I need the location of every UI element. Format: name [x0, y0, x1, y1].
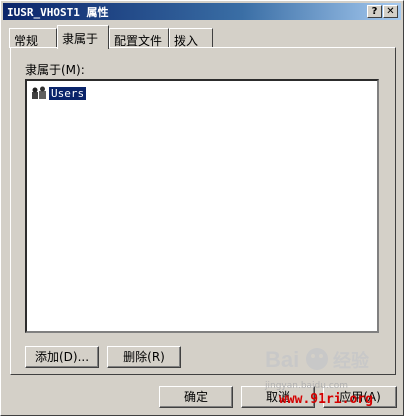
close-button[interactable]: ✕ [383, 5, 398, 18]
title-bar[interactable]: IUSR_VHOST1 属性 ? ✕ [3, 3, 401, 20]
group-name: Users [49, 86, 87, 100]
list-item[interactable]: Users [31, 85, 87, 101]
properties-dialog: IUSR_VHOST1 属性 ? ✕ 常规 隶属于 配置文件 拨入 隶属于(M)… [0, 0, 404, 416]
tab-general[interactable]: 常规 [9, 28, 57, 48]
watermark-url: www.91ri.org [279, 392, 373, 407]
ok-button[interactable]: 确定 [159, 386, 233, 408]
member-of-label: 隶属于(M): [25, 63, 85, 77]
help-button[interactable]: ? [367, 5, 382, 18]
tab-member-of[interactable]: 隶属于 [57, 25, 109, 49]
baidu-watermark-logo: Bai 经验 [263, 339, 383, 382]
member-list[interactable]: Users [25, 79, 379, 333]
member-of-panel: 隶属于(M): Users 添加(D)... 删除(R) [10, 47, 396, 375]
svg-text:Bai: Bai [265, 347, 299, 372]
tab-dial-in[interactable]: 拨入 [169, 28, 213, 48]
add-button[interactable]: 添加(D)... [25, 346, 99, 368]
watermark-site: jingyan.baidu.com [265, 381, 349, 391]
remove-button[interactable]: 删除(R) [107, 346, 181, 368]
svg-text:经验: 经验 [333, 350, 370, 372]
tab-profile[interactable]: 配置文件 [109, 28, 169, 48]
group-icon [32, 86, 46, 99]
window-title: IUSR_VHOST1 属性 [7, 6, 109, 19]
